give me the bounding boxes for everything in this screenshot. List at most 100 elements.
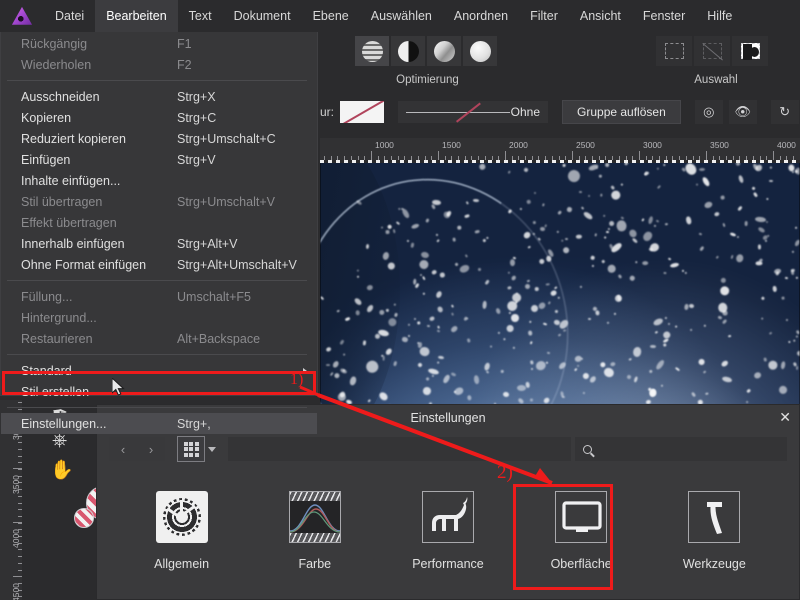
- search-input[interactable]: [575, 437, 787, 461]
- ungroup-button[interactable]: Gruppe auflösen: [562, 100, 681, 124]
- search-icon: [583, 444, 592, 454]
- ruler-tick-label: 2000: [509, 140, 528, 150]
- preview-eye-icon[interactable]: 👁: [728, 100, 757, 124]
- menu-row-label: Ausschneiden: [21, 89, 100, 104]
- menu-item-fenster[interactable]: Fenster: [632, 0, 696, 32]
- ruler-tick-label: 1000: [375, 140, 394, 150]
- pref-item-oberflaeche[interactable]: Oberfläche: [525, 489, 637, 571]
- menu-row-label: Restaurieren: [21, 331, 93, 346]
- ruler-tick-label: 1500: [442, 140, 461, 150]
- menu-row-innerhalbeinfgen[interactable]: Innerhalb einfügen Strg+Alt+V: [1, 233, 317, 254]
- menu-row-label: Rückgängig: [21, 36, 88, 51]
- pref-item-performance[interactable]: Performance: [392, 489, 504, 571]
- menu-item-hilfe[interactable]: Hilfe: [696, 0, 743, 32]
- align-center-icon[interactable]: ◎: [694, 100, 723, 124]
- menu-item-auswhlen[interactable]: Auswählen: [360, 0, 443, 32]
- menu-row-einfgen[interactable]: Einfügen Strg+V: [1, 149, 317, 170]
- menu-row-shortcut: F1: [177, 36, 192, 51]
- stroke-width-selector[interactable]: Ohne: [398, 101, 549, 123]
- selection-label: Auswahl: [694, 74, 738, 86]
- tone-stripe-icon[interactable]: [355, 36, 389, 66]
- annotation-label-step1: 1): [290, 371, 304, 388]
- menu-bar: Datei Bearbeiten Text Dokument Ebene Auswähle…: [0, 0, 800, 32]
- menu-item-anordnen[interactable]: Anordnen: [443, 0, 519, 32]
- menu-row-einstellungen[interactable]: Einstellungen... Strg+,: [1, 413, 317, 434]
- toolbar-row-upper: Optimierung Auswahl: [320, 32, 800, 88]
- menu-row-reduziertkopieren[interactable]: Reduziert kopieren Strg+Umschalt+C: [1, 128, 317, 149]
- chevron-down-icon[interactable]: [208, 446, 216, 452]
- menu-row-shortcut: Strg+X: [177, 89, 216, 104]
- menu-row-inhalteeinfgen[interactable]: Inhalte einfügen...: [1, 170, 317, 191]
- menu-row-label: Stil übertragen: [21, 194, 103, 209]
- menu-item-ansicht[interactable]: Ansicht: [569, 0, 632, 32]
- pref-item-farbe[interactable]: Farbe: [259, 489, 371, 571]
- menu-row-stilbertragen: Stil übertragen Strg+Umschalt+V: [1, 191, 317, 212]
- soft-icon[interactable]: [463, 36, 497, 66]
- refresh-icon[interactable]: ↻: [770, 100, 799, 124]
- pref-label: Performance: [412, 557, 484, 571]
- ruler-tick-label: 4500: [11, 583, 21, 600]
- edit-menu-dropdown[interactable]: Rückgängig F1 Wiederholen F2 Ausschneiden Str…: [0, 28, 318, 434]
- menu-item-ebene[interactable]: Ebene: [302, 0, 360, 32]
- pref-item-allgemein[interactable]: Allgemein: [126, 489, 238, 571]
- pref-item-werkzeuge[interactable]: Werkzeuge: [658, 489, 770, 571]
- menu-item-filter[interactable]: Filter: [519, 0, 569, 32]
- menu-row-wiederholen: Wiederholen F2: [1, 54, 317, 75]
- menu-row-stilerstellen[interactable]: Stil erstellen: [1, 381, 317, 402]
- menu-row-shortcut: Strg+,: [177, 416, 211, 431]
- menu-row-label: Kopieren: [21, 110, 72, 125]
- dialog-toolbar: ‹ ›: [97, 431, 799, 467]
- chevron-right-icon[interactable]: ›: [137, 437, 165, 461]
- menu-item-dokument[interactable]: Dokument: [223, 0, 302, 32]
- menu-row-shortcut: Strg+C: [177, 110, 217, 125]
- pref-label: Farbe: [298, 557, 332, 571]
- menu-row-shortcut: Strg+Alt+Umschalt+V: [177, 257, 297, 272]
- ruler-tick-label: 3500: [11, 475, 21, 494]
- menu-item-text[interactable]: Text: [178, 0, 223, 32]
- dialog-path-field[interactable]: [228, 437, 571, 461]
- stroke-width-value: Ohne: [510, 105, 541, 119]
- hand-tool-icon[interactable]: ✋: [50, 458, 74, 482]
- document-canvas[interactable]: [320, 160, 800, 410]
- secondary-swatch-none-icon[interactable]: [74, 508, 94, 528]
- menu-row-ohneformateinfgen[interactable]: Ohne Format einfügen Strg+Alt+Umschalt+V: [1, 254, 317, 275]
- optimization-buttons: [355, 36, 500, 66]
- menu-row-shortcut: F2: [177, 57, 192, 72]
- menu-row-shortcut: Umschalt+F5: [177, 289, 251, 304]
- selection-buttons: [656, 36, 776, 66]
- affinity-photo-window: Datei Bearbeiten Text Dokument Ebene Auswähle…: [0, 0, 800, 600]
- close-icon[interactable]: ✕: [779, 409, 791, 425]
- mouse-pointer-icon: [112, 378, 125, 396]
- gloss-icon[interactable]: [427, 36, 461, 66]
- menu-row-shortcut: Alt+Backspace: [177, 331, 261, 346]
- menu-item-datei[interactable]: Datei: [44, 0, 95, 32]
- half-contrast-icon[interactable]: [391, 36, 425, 66]
- menu-row-label: Reduziert kopieren: [21, 131, 126, 146]
- chevron-left-icon[interactable]: ‹: [109, 437, 137, 461]
- ruler-tick-label: 3000: [643, 140, 662, 150]
- menu-row-label: Stil erstellen: [21, 384, 90, 399]
- monitor-icon: [553, 489, 609, 545]
- menu-row-effektbertragen: Effekt übertragen: [1, 212, 317, 233]
- stroke-label: ur:: [320, 105, 335, 119]
- menu-row-shortcut: Strg+Umschalt+C: [177, 131, 276, 146]
- marquee-rect-icon[interactable]: [656, 36, 692, 66]
- grid-view-icon[interactable]: [177, 436, 205, 462]
- menu-row-standard[interactable]: Standard: [1, 360, 317, 381]
- menu-row-kopieren[interactable]: Kopieren Strg+C: [1, 107, 317, 128]
- menu-row-label: Inhalte einfügen...: [21, 173, 121, 188]
- marquee-disabled-icon[interactable]: [694, 36, 730, 66]
- menu-item-bearbeiten[interactable]: Bearbeiten: [95, 0, 178, 32]
- horizontal-ruler[interactable]: 1000 1500 2000 2500 3000 3500 4000: [320, 138, 800, 160]
- menu-bar-items: Datei Bearbeiten Text Dokument Ebene Auswähle…: [44, 0, 743, 32]
- color-curve-icon: [287, 489, 343, 545]
- selection-marquee: [320, 160, 800, 163]
- toolbar-row-lower: ur: Ohne Gruppe auflösen ◎ 👁 ↻: [320, 92, 800, 132]
- menu-row-shortcut: Strg+V: [177, 152, 216, 167]
- menu-row-label: Innerhalb einfügen: [21, 236, 125, 251]
- gear-icon: [154, 489, 210, 545]
- menu-row-ausschneiden[interactable]: Ausschneiden Strg+X: [1, 86, 317, 107]
- invert-selection-icon[interactable]: [732, 36, 768, 66]
- stroke-color-swatch[interactable]: [340, 101, 385, 123]
- menu-row-hintergrund: Hintergrund...: [1, 307, 317, 328]
